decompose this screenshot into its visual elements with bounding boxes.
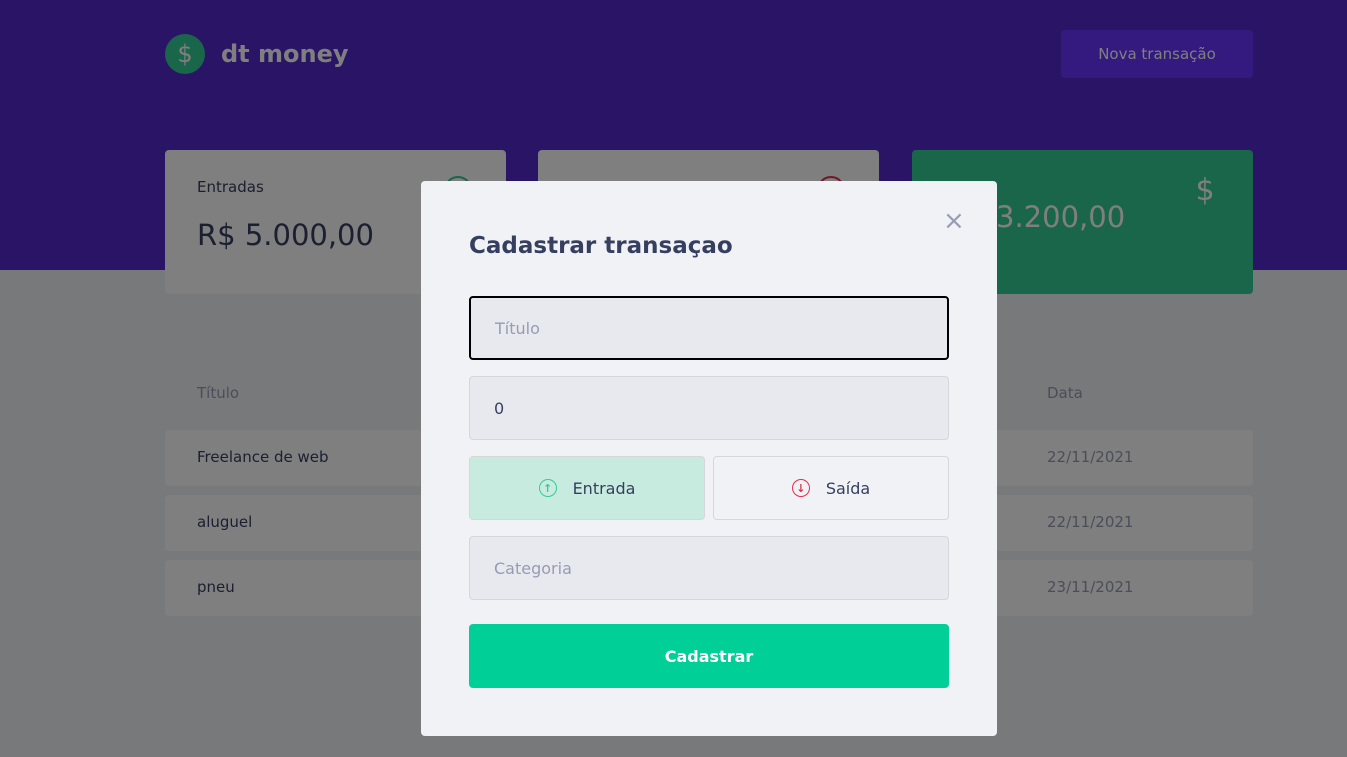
category-input[interactable] [469,536,949,600]
withdraw-button[interactable]: ↓ Saída [713,456,949,520]
title-input[interactable] [469,296,949,360]
modal-title: Cadastrar transaçao [469,233,733,259]
close-icon[interactable]: × [943,208,965,234]
arrow-down-circle-icon: ↓ [791,479,810,497]
amount-input[interactable] [469,376,949,440]
new-transaction-modal: × Cadastrar transaçao ↑ Entrada ↓ Saída … [421,181,997,736]
withdraw-label: Saída [825,478,871,498]
deposit-button[interactable]: ↑ Entrada [469,456,705,520]
submit-button[interactable]: Cadastrar [469,624,949,688]
arrow-up-circle-icon: ↑ [538,479,557,497]
deposit-label: Entrada [572,478,636,498]
